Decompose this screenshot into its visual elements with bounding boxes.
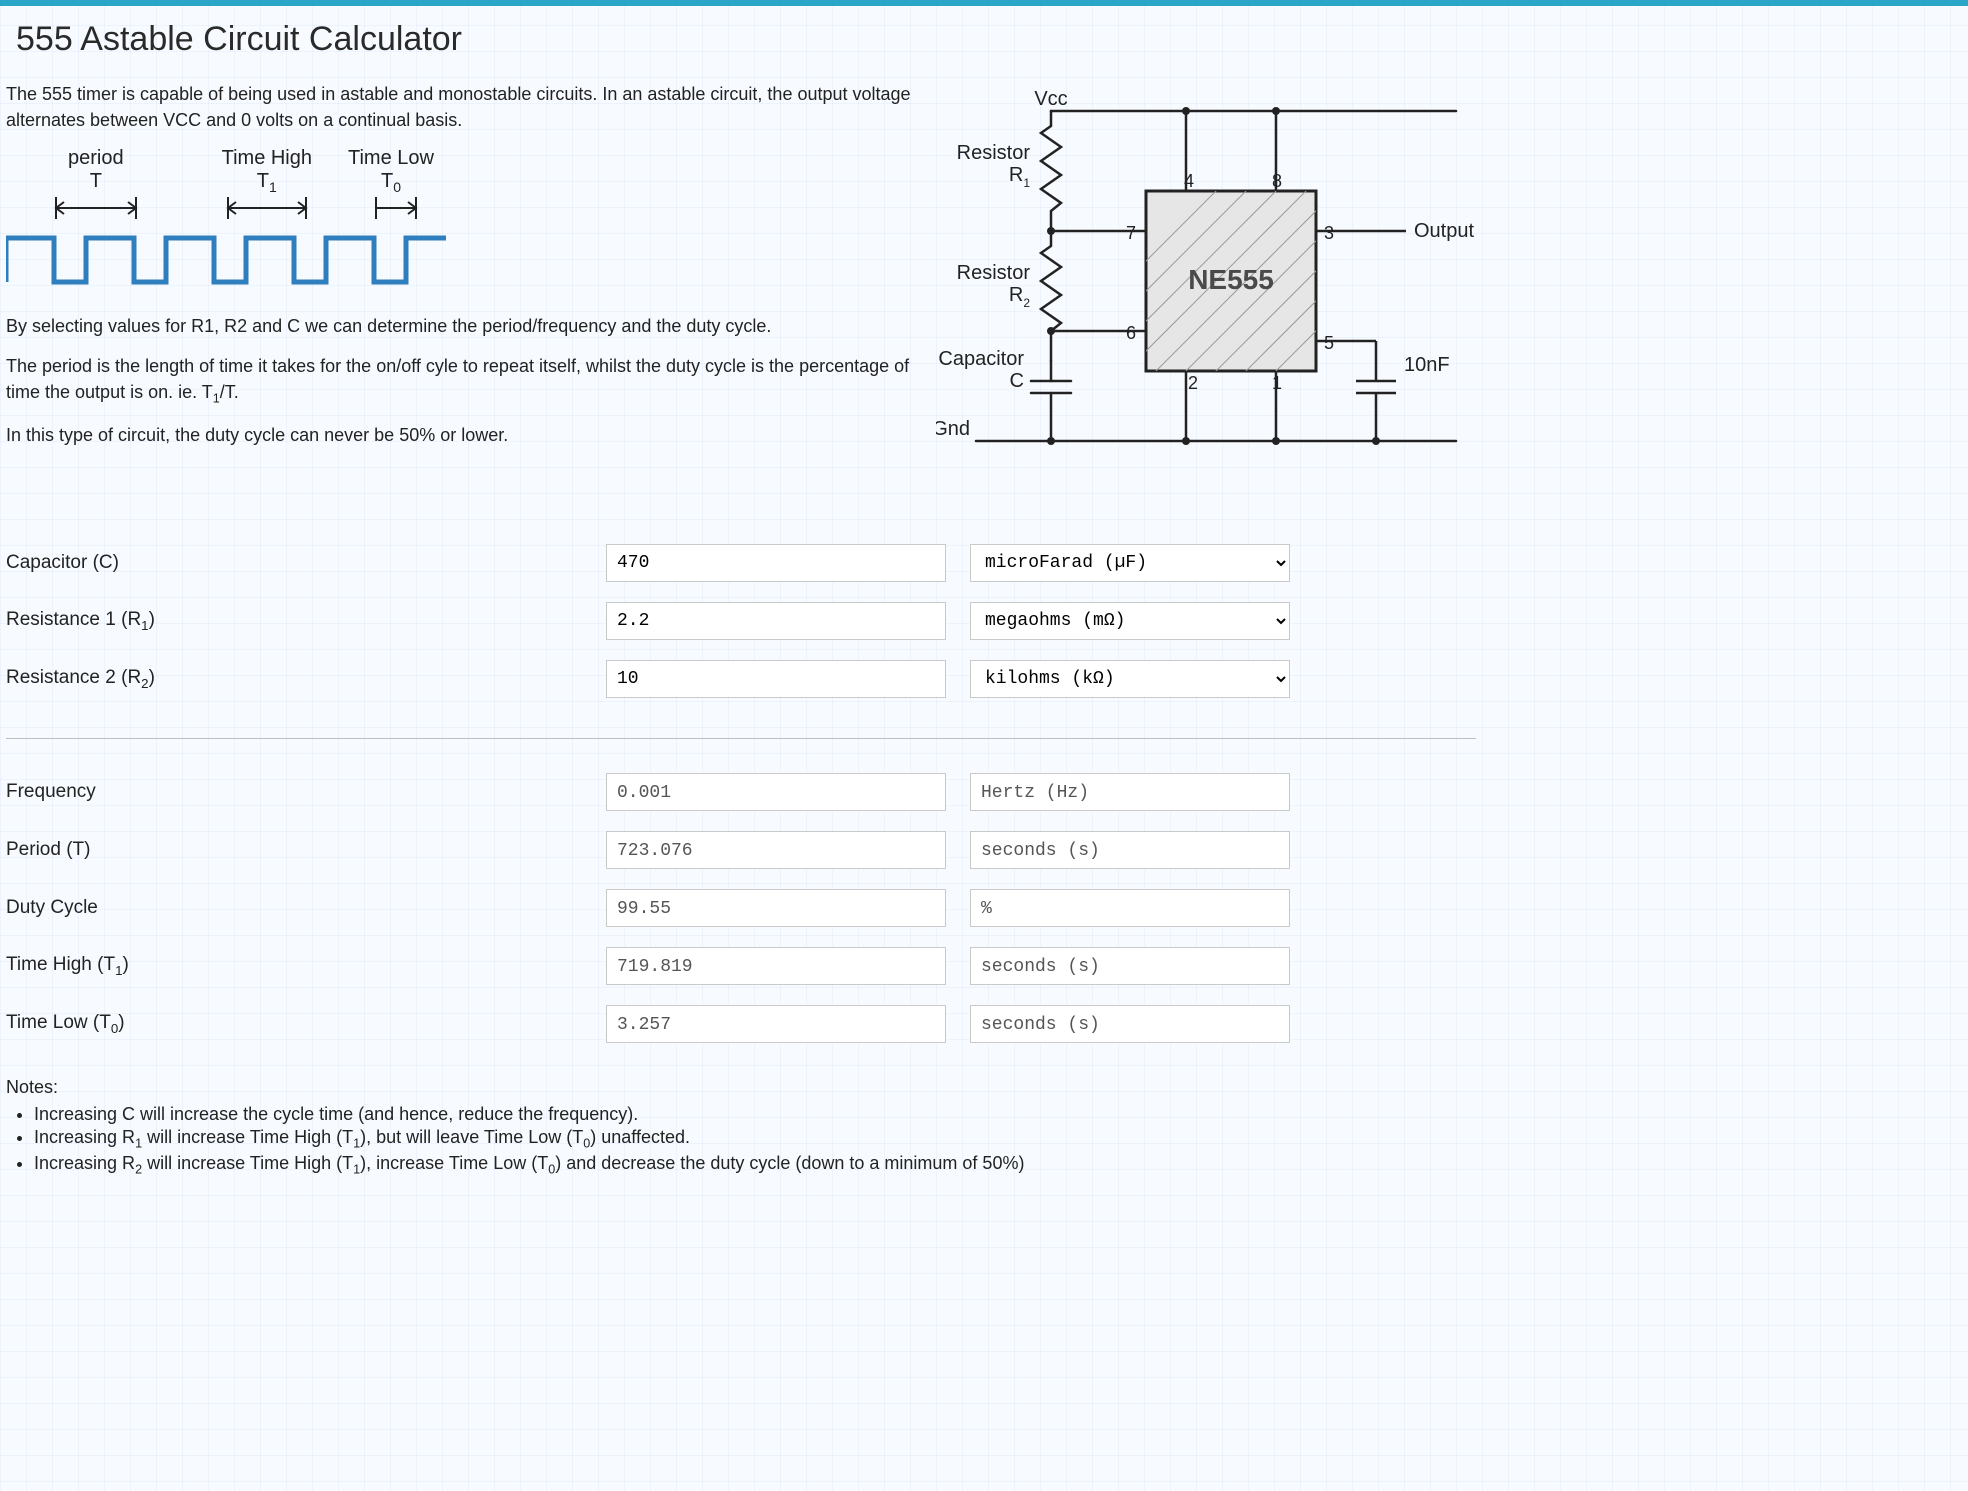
output-frequency: 0.001 [606, 773, 946, 811]
svg-text:Capacitor: Capacitor [938, 348, 1024, 370]
note-3: Increasing R2 will increase Time High (T… [34, 1153, 1476, 1177]
label-gnd: Gnd [936, 418, 970, 440]
input-r2[interactable] [606, 660, 946, 698]
label-time-high: Time High (T1) [6, 954, 606, 978]
svg-text:4: 4 [1184, 171, 1194, 191]
notes-title: Notes: [6, 1077, 1476, 1098]
label-vcc: Vcc [1034, 88, 1067, 110]
label-timelow-word: Time Low [348, 147, 434, 169]
label-period-sym: T [90, 170, 102, 192]
svg-text:6: 6 [1126, 323, 1136, 343]
intro-p3: The period is the length of time it take… [6, 353, 912, 408]
label-r2: Resistance 2 (R2) [6, 667, 606, 691]
waveform-squarewave [6, 228, 476, 290]
output-duty-unit: % [970, 889, 1290, 927]
svg-text:8: 8 [1272, 171, 1282, 191]
select-capacitor-unit[interactable]: microFarad (µF) [970, 544, 1290, 582]
svg-text:C: C [1010, 370, 1024, 392]
svg-text:R1: R1 [1009, 164, 1030, 190]
label-period: Period (T) [6, 839, 606, 861]
notes-section: Notes: Increasing C will increase the cy… [6, 1077, 1476, 1176]
label-timehigh-word: Time High [222, 147, 312, 169]
output-duty: 99.55 [606, 889, 946, 927]
note-2: Increasing R1 will increase Time High (T… [34, 1127, 1476, 1151]
input-capacitor[interactable] [606, 544, 946, 582]
note-1: Increasing C will increase the cycle tim… [34, 1104, 1476, 1125]
svg-text:Resistor: Resistor [957, 142, 1031, 164]
intro-p1: The 555 timer is capable of being used i… [6, 81, 912, 133]
label-r1: Resistance 1 (R1) [6, 609, 606, 633]
svg-text:3: 3 [1324, 223, 1334, 243]
select-r2-unit[interactable]: kilohms (kΩ) [970, 660, 1290, 698]
label-capacitor: Capacitor (C) [6, 552, 606, 574]
output-period: 723.076 [606, 831, 946, 869]
chip-label: NE555 [1188, 264, 1274, 295]
intro-p2: By selecting values for R1, R2 and C we … [6, 313, 912, 339]
label-duty: Duty Cycle [6, 897, 606, 919]
svg-text:Resistor: Resistor [957, 262, 1031, 284]
label-time-low: Time Low (T0) [6, 1012, 606, 1036]
label-period-word: period [68, 147, 124, 169]
svg-text:5: 5 [1324, 333, 1334, 353]
svg-text:2: 2 [1188, 373, 1198, 393]
waveform-labels: period T Time High T1 Time Low T0 [6, 147, 912, 195]
label-output: Output [1414, 220, 1474, 242]
output-frequency-unit: Hertz (Hz) [970, 773, 1290, 811]
divider [6, 738, 1476, 739]
page-title: 555 Astable Circuit Calculator [0, 6, 1968, 81]
output-period-unit: seconds (s) [970, 831, 1290, 869]
svg-text:1: 1 [1272, 373, 1282, 393]
label-10nf: 10nF [1404, 354, 1450, 376]
output-time-low-unit: seconds (s) [970, 1005, 1290, 1043]
input-r1[interactable] [606, 602, 946, 640]
output-time-high: 719.819 [606, 947, 946, 985]
svg-text:7: 7 [1126, 223, 1136, 243]
output-time-low: 3.257 [606, 1005, 946, 1043]
svg-text:R2: R2 [1009, 284, 1030, 310]
select-r1-unit[interactable]: megaohms (mΩ) [970, 602, 1290, 640]
waveform-arrows [6, 195, 476, 223]
output-time-high-unit: seconds (s) [970, 947, 1290, 985]
label-frequency: Frequency [6, 781, 606, 803]
intro-p4: In this type of circuit, the duty cycle … [6, 422, 912, 448]
circuit-diagram: NE555 [936, 81, 1476, 511]
